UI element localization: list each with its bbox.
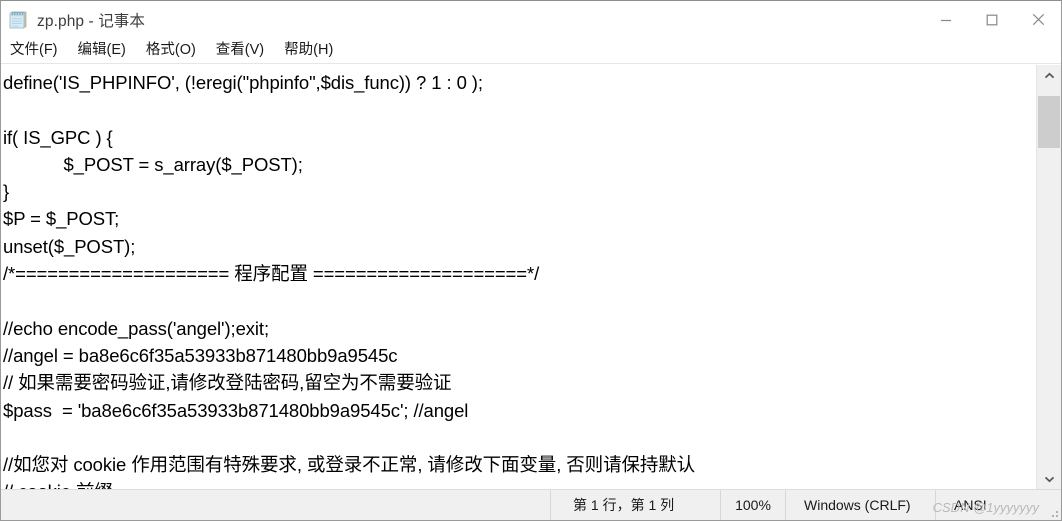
- menu-item-format[interactable]: 格式(O): [146, 38, 205, 63]
- window-title: zp.php - 记事本: [37, 12, 146, 30]
- code-line: //echo encode_pass('angel');exit;: [3, 317, 270, 339]
- close-icon: [1032, 13, 1045, 26]
- code-content[interactable]: define('IS_PHPINFO', (!eregi("phpinfo",$…: [1, 65, 1036, 489]
- status-bar: 第 1 行，第 1 列 100% Windows (CRLF) ANSI CSD…: [1, 489, 1061, 520]
- menu-item-file[interactable]: 文件(F): [10, 38, 67, 63]
- code-line: /*==================== 程序配置 ============…: [3, 263, 540, 285]
- status-cursor-position: 第 1 行，第 1 列: [550, 490, 720, 520]
- code-line: // cookie 前缀: [3, 478, 1036, 489]
- chevron-down-icon: [1044, 470, 1055, 488]
- code-line: $_POST = s_array($_POST);: [3, 153, 303, 175]
- scrollbar-track[interactable]: [1037, 86, 1061, 468]
- code-line: $P = $_POST;: [3, 208, 120, 230]
- minimize-button[interactable]: [923, 1, 969, 38]
- menu-item-edit[interactable]: 编辑(E): [78, 38, 135, 63]
- code-line: // 如果需要密码验证,请修改登陆密码,留空为不需要验证: [3, 372, 452, 394]
- code-line: //如您对 cookie 作用范围有特殊要求, 或登录不正常, 请修改下面变量,…: [3, 454, 696, 476]
- notepad-window: zp.php - 记事本 文件(F) 编辑(E) 格式(O) 查看(V) 帮助(…: [0, 0, 1062, 521]
- window-controls: [923, 1, 1061, 38]
- minimize-icon: [940, 14, 952, 26]
- scroll-up-button[interactable]: [1037, 65, 1061, 86]
- vertical-scrollbar[interactable]: [1036, 65, 1061, 489]
- menu-bar: 文件(F) 编辑(E) 格式(O) 查看(V) 帮助(H): [1, 38, 1061, 64]
- editor-area: define('IS_PHPINFO', (!eregi("phpinfo",$…: [1, 64, 1061, 489]
- status-zoom-level[interactable]: 100%: [720, 490, 785, 520]
- resize-grip[interactable]: [1048, 507, 1058, 517]
- chevron-up-icon: [1044, 67, 1055, 85]
- scroll-down-button[interactable]: [1037, 468, 1061, 489]
- status-spacer: [1, 490, 550, 520]
- code-line: //angel = ba8e6c6f35a53933b871480bb9a954…: [3, 344, 398, 366]
- code-line: if( IS_GPC ) {: [3, 126, 113, 148]
- maximize-button[interactable]: [969, 1, 1015, 38]
- text-editor[interactable]: define('IS_PHPINFO', (!eregi("phpinfo",$…: [1, 65, 1036, 489]
- code-line: }: [3, 181, 10, 203]
- status-line-ending[interactable]: Windows (CRLF): [785, 490, 935, 520]
- title-bar[interactable]: zp.php - 记事本: [1, 1, 1061, 38]
- code-line: unset($_POST);: [3, 235, 136, 257]
- status-encoding[interactable]: ANSI: [935, 490, 1061, 520]
- code-line: define('IS_PHPINFO', (!eregi("phpinfo",$…: [3, 72, 483, 93]
- title-bar-left: zp.php - 记事本: [1, 9, 145, 31]
- code-line: $pass = 'ba8e6c6f35a53933b871480bb9a9545…: [3, 399, 469, 421]
- menu-item-help[interactable]: 帮助(H): [284, 38, 342, 63]
- scrollbar-thumb[interactable]: [1038, 96, 1060, 148]
- close-button[interactable]: [1015, 1, 1061, 38]
- menu-item-view[interactable]: 查看(V): [216, 38, 273, 63]
- maximize-icon: [986, 14, 998, 26]
- notepad-icon: [8, 9, 29, 30]
